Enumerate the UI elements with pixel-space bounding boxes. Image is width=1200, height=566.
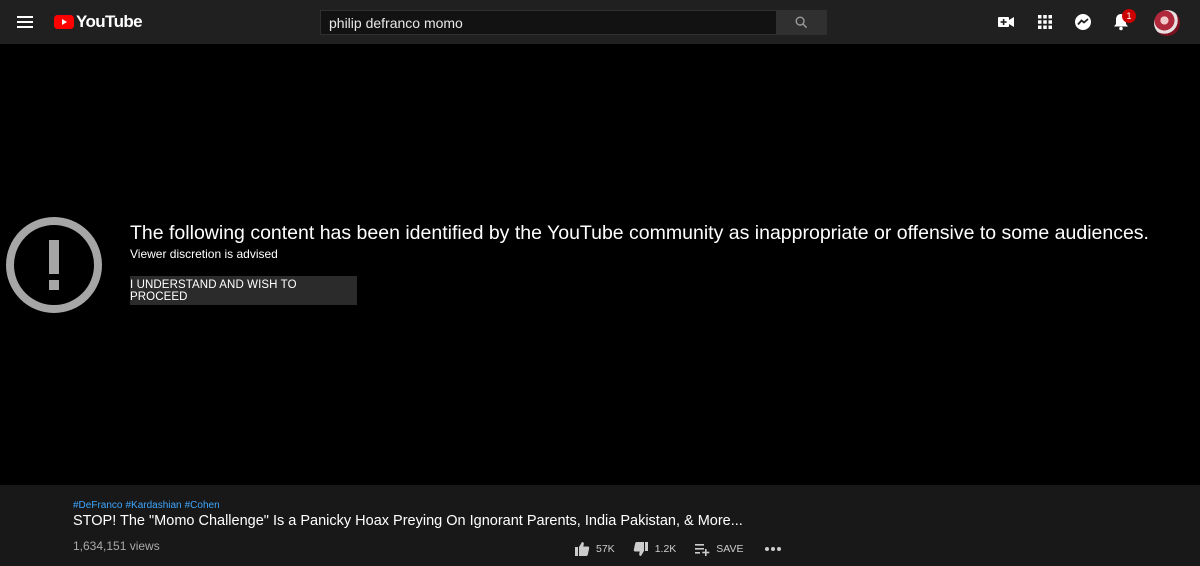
hashtag-link[interactable]: #Cohen (185, 500, 220, 511)
video-info: #DeFranco #Kardashian #Cohen STOP! The "… (0, 485, 1200, 566)
messages-icon[interactable] (1073, 12, 1093, 32)
content-warning-subtitle: Viewer discretion is advised (130, 247, 278, 261)
dislike-button[interactable]: 1.2K (633, 541, 677, 557)
search-input[interactable] (320, 10, 776, 35)
grid-apps-icon[interactable] (1035, 12, 1055, 32)
video-title: STOP! The "Momo Challenge" Is a Panicky … (73, 513, 743, 529)
content-warning-title: The following content has been identifie… (130, 222, 1149, 244)
thumbs-up-icon (575, 542, 590, 556)
save-label: SAVE (716, 543, 744, 555)
hashtag-link[interactable]: #DeFranco (73, 500, 122, 511)
video-actions: 57K 1.2K SAVE (574, 539, 788, 559)
save-button[interactable]: SAVE (694, 541, 744, 557)
like-count: 57K (596, 543, 615, 555)
video-player: The following content has been identifie… (0, 44, 1200, 485)
video-camera-plus-icon[interactable] (996, 12, 1016, 32)
hashtags: #DeFranco #Kardashian #Cohen (73, 500, 220, 511)
notification-count-badge: 1 (1122, 9, 1136, 23)
search-icon (795, 16, 808, 29)
search-button[interactable] (776, 10, 827, 35)
avatar[interactable] (1154, 10, 1180, 36)
more-options-button[interactable] (764, 546, 788, 552)
youtube-logo[interactable]: YouTube (54, 12, 143, 32)
hashtag-link[interactable]: #Kardashian (125, 500, 181, 511)
dislike-count: 1.2K (654, 543, 677, 555)
view-count: 1,634,151 views (73, 539, 160, 553)
more-horizontal-icon (764, 547, 781, 551)
hamburger-menu-icon[interactable] (14, 10, 38, 34)
youtube-play-icon (54, 15, 74, 29)
like-button[interactable]: 57K (574, 541, 615, 557)
top-bar: YouTube philip defranco momo 1 (0, 0, 1200, 44)
thumbs-down-icon (633, 542, 648, 556)
exclamation-circle-icon (6, 217, 102, 313)
search-bar (320, 10, 827, 35)
playlist-add-icon (695, 544, 710, 556)
proceed-button[interactable]: I UNDERSTAND AND WISH TO PROCEED (130, 276, 357, 305)
logo-text: YouTube (76, 12, 143, 31)
